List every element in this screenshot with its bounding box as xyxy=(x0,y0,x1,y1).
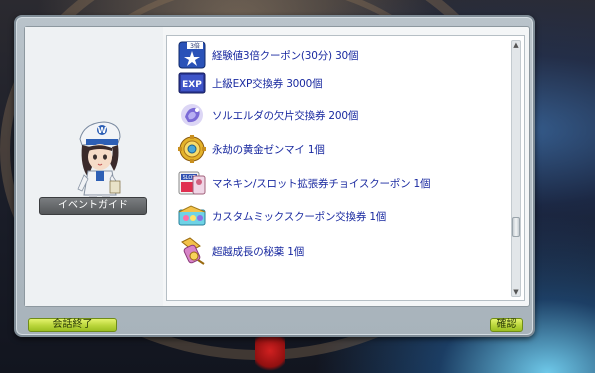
reward-list: 3倍 経験値3倍クーポン(30分) 30個 EXP 上級EXP交換券 3000個 xyxy=(166,35,525,301)
scroll-thumb[interactable] xyxy=(512,217,520,237)
exp-ticket-icon: EXP xyxy=(177,68,207,98)
reward-item-label: 経験値3倍クーポン(30分) 30個 xyxy=(212,49,359,62)
scroll-down-arrow-icon[interactable]: ▼ xyxy=(512,288,520,296)
svg-text:3倍: 3倍 xyxy=(190,42,200,50)
reward-item-label: 超越成長の秘薬 1個 xyxy=(212,245,305,258)
confirm-button[interactable]: 確認 xyxy=(490,318,523,332)
reward-list-scrollbar[interactable]: ▲ ▼ xyxy=(511,40,521,297)
reward-item-label: ソルエルダの欠片交換券 200個 xyxy=(212,109,359,122)
growth-elixir-icon xyxy=(177,236,207,266)
golden-gear-icon xyxy=(177,134,207,164)
reward-item-growth-elixir[interactable]: 超越成長の秘薬 1個 xyxy=(177,236,497,266)
npc-portrait-area: W イベントガイド xyxy=(25,27,163,306)
reward-item-label: 永劫の黄金ゼンマイ 1個 xyxy=(212,143,325,156)
reward-item-exp-coupon[interactable]: 3倍 経験値3倍クーポン(30分) 30個 xyxy=(177,40,497,70)
reward-item-label: マネキン/スロット拡張券チョイスクーポン 1個 xyxy=(212,177,431,190)
dialog-content-panel: W イベントガイド 3倍 経験値3倍クーポン(30分) 30個 EXP 上級EX… xyxy=(24,26,530,307)
exp-coupon-icon: 3倍 xyxy=(177,40,207,70)
reward-item-sol-erda-fragment[interactable]: ソルエルダの欠片交換券 200個 xyxy=(177,100,497,130)
reward-item-mannequin-slot-coupon[interactable]: SLOT マネキン/スロット拡張券チョイスクーポン 1個 xyxy=(177,168,497,198)
player-character xyxy=(255,336,285,373)
npc-name-tag: イベントガイド xyxy=(39,197,147,215)
reward-item-label: 上級EXP交換券 3000個 xyxy=(212,77,323,90)
end-chat-button[interactable]: 会話終了 xyxy=(28,318,117,332)
reward-item-golden-gear[interactable]: 永劫の黄金ゼンマイ 1個 xyxy=(177,134,497,164)
scroll-up-arrow-icon[interactable]: ▲ xyxy=(512,41,520,49)
reward-item-label: カスタムミックスクーポン交換券 1個 xyxy=(212,210,387,223)
svg-text:W: W xyxy=(98,126,107,135)
mannequin-slot-coupon-icon: SLOT xyxy=(177,168,207,198)
reward-item-exp-ticket[interactable]: EXP 上級EXP交換券 3000個 xyxy=(177,68,497,98)
svg-text:EXP: EXP xyxy=(182,80,202,90)
custom-mix-coupon-icon xyxy=(177,201,207,231)
npc-dialog-window: W イベントガイド 3倍 経験値3倍クーポン(30分) 30個 EXP 上級EX… xyxy=(14,15,535,337)
sol-erda-fragment-icon xyxy=(177,100,207,130)
reward-item-custom-mix-coupon[interactable]: カスタムミックスクーポン交換券 1個 xyxy=(177,201,497,231)
